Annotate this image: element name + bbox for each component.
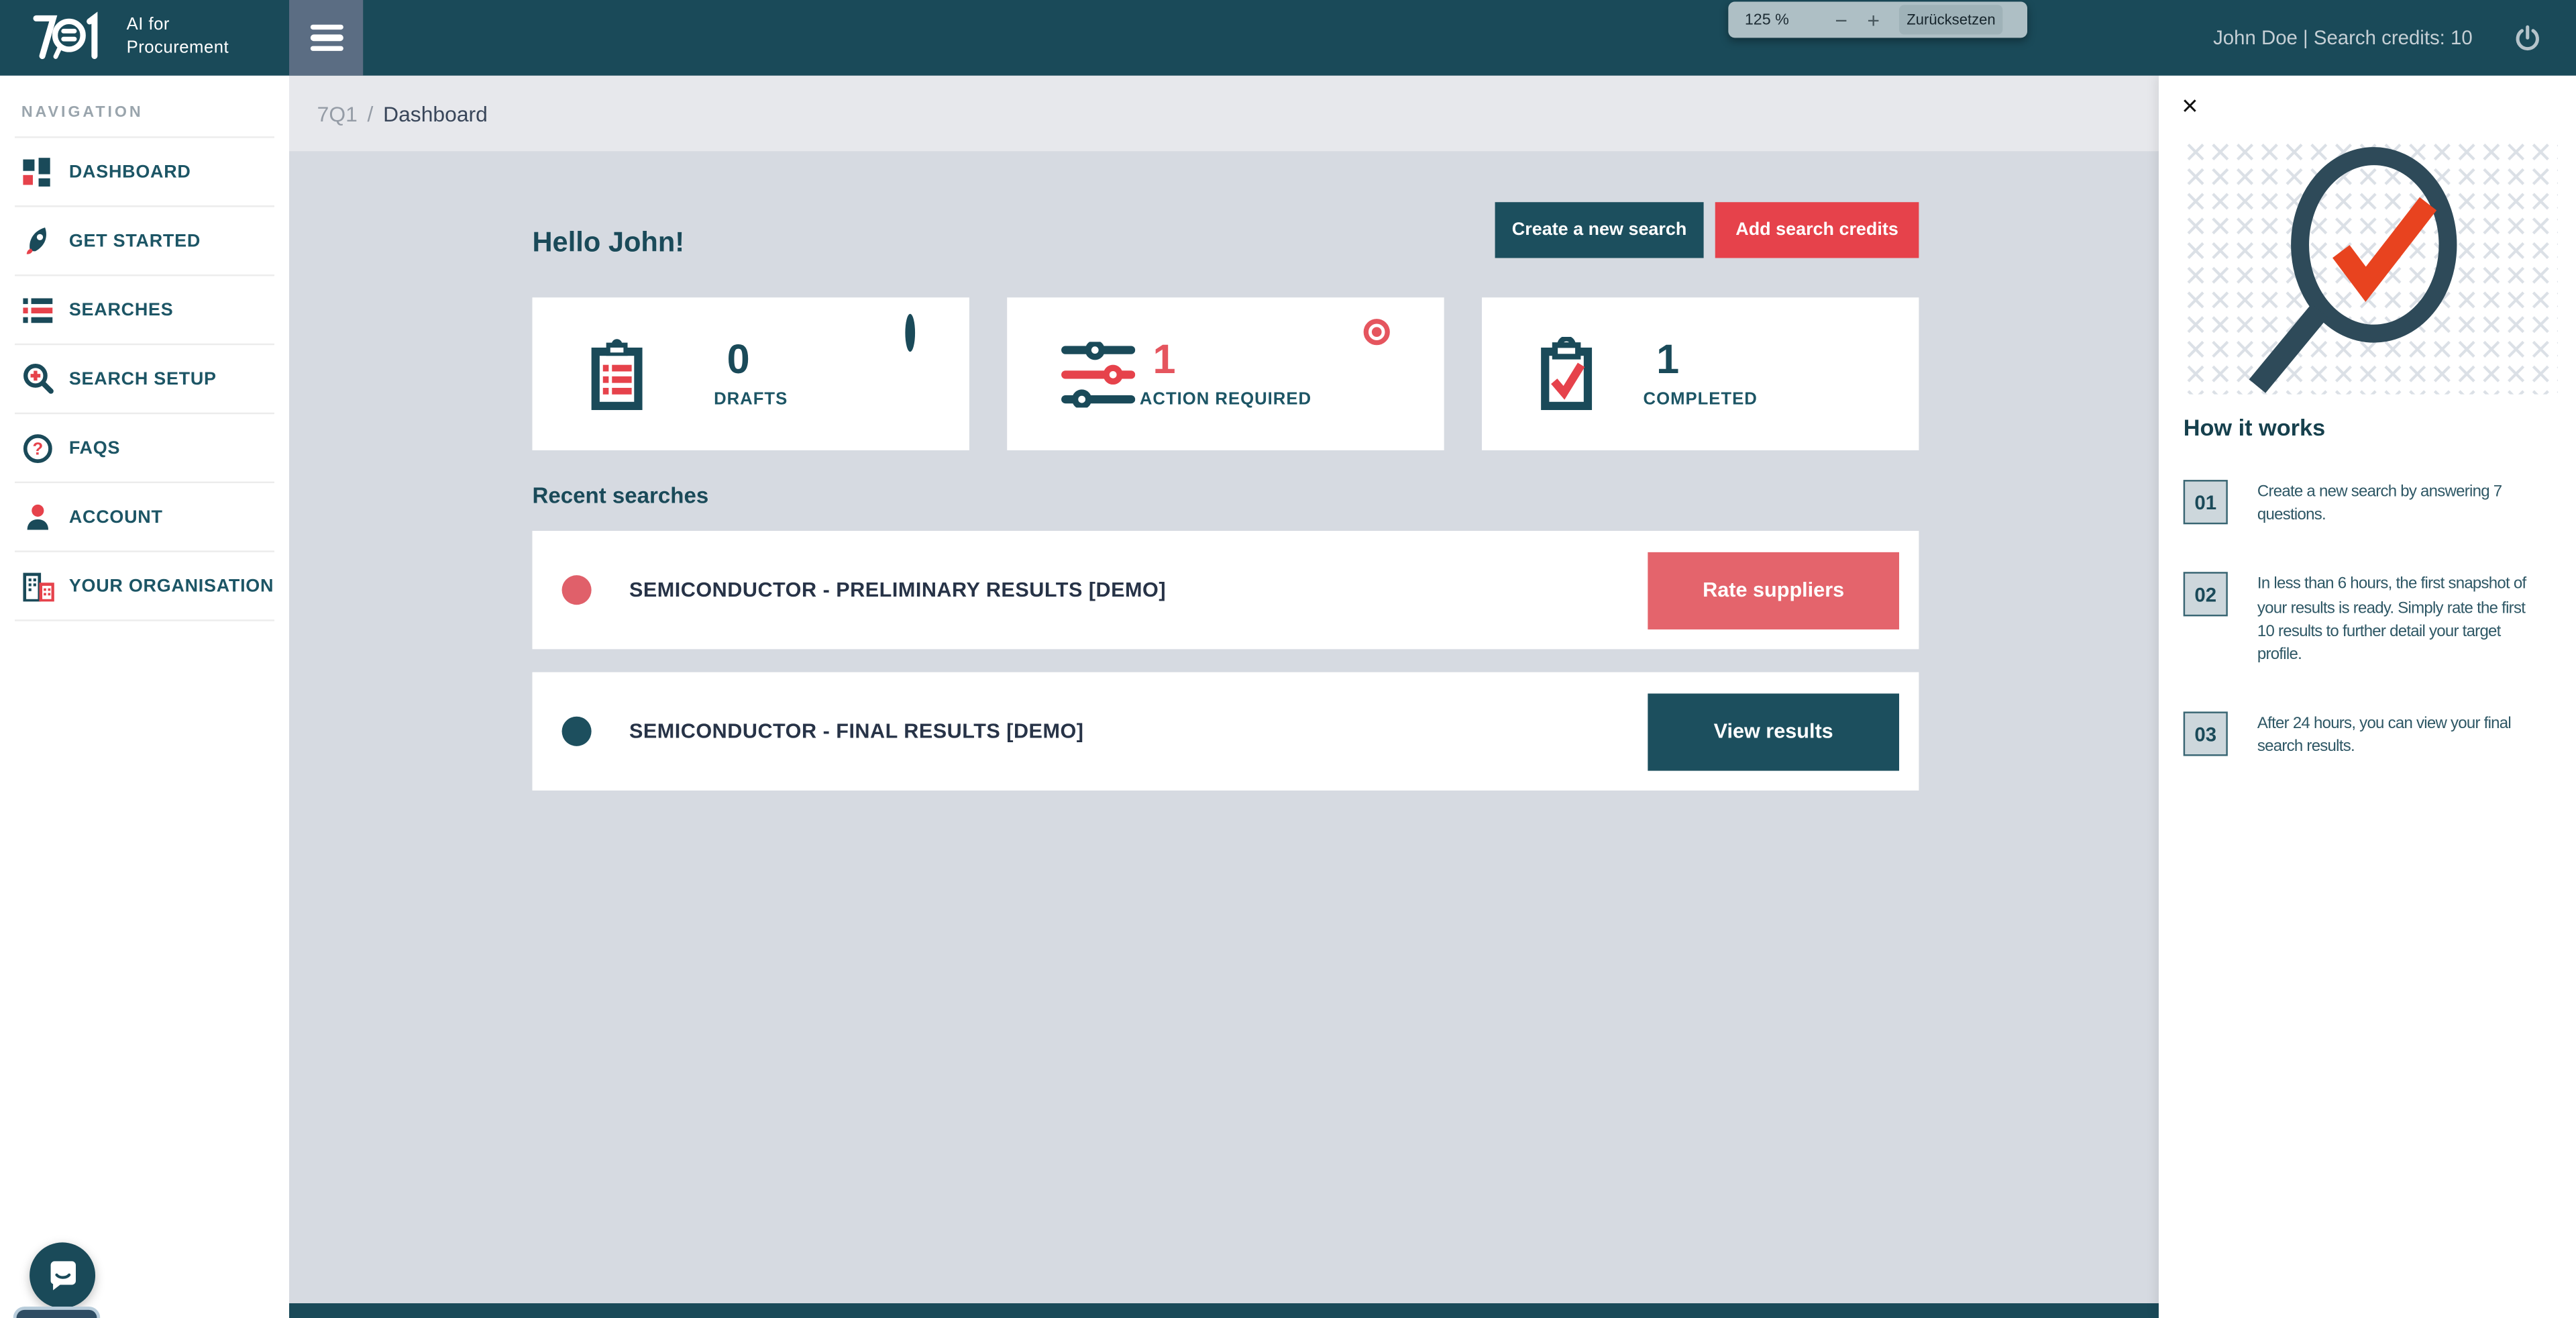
chat-widget-peek[interactable]	[13, 1307, 101, 1318]
sidebar-item-your-organisation[interactable]: YOUR ORGANISATION	[0, 552, 289, 619]
search-row-final: SEMICONDUCTOR - FINAL RESULTS [DEMO] Vie…	[532, 672, 1919, 791]
content-header: Hello John! Create a new search Add sear…	[532, 201, 1919, 260]
status-dot-completed	[562, 717, 592, 746]
add-credits-button[interactable]: Add search credits	[1715, 202, 1919, 258]
stat-label: DRAFTS	[714, 390, 788, 409]
help-step-1: 01 Create a new search by answering 7 qu…	[2184, 480, 2563, 528]
hamburger-icon	[310, 24, 343, 30]
magnifier-plus-icon	[21, 363, 54, 395]
zoom-out-button[interactable]: −	[1835, 7, 1847, 32]
rocket-icon	[21, 225, 54, 257]
sliders-icon	[1061, 341, 1135, 407]
stat-label: COMPLETED	[1644, 390, 1758, 409]
magnifier-check-icon	[2184, 140, 2558, 395]
browser-zoom-popup: 125 % − + Zurücksetzen	[1728, 1, 2027, 38]
clipboard-check-icon	[1536, 336, 1597, 412]
step-text: Create a new search by answering 7 quest…	[2257, 480, 2502, 528]
chat-bubble-icon	[45, 1258, 79, 1292]
logout-button[interactable]	[2515, 25, 2540, 51]
main-area: 7Q1 / Dashboard Hello John! Create a new…	[289, 76, 2159, 1318]
sidebar-toggle-button[interactable]	[289, 0, 363, 76]
buildings-icon	[21, 571, 54, 601]
step-text: After 24 hours, you can view your final …	[2257, 712, 2511, 760]
sidebar-item-searches[interactable]: SEARCHES	[0, 276, 289, 343]
zoom-reset-button[interactable]: Zurücksetzen	[1899, 5, 2002, 34]
user-credits-info: John Doe | Search credits: 10	[2213, 26, 2473, 49]
stat-value: 1	[1152, 338, 1175, 383]
sidebar-item-search-setup[interactable]: SEARCH SETUP	[0, 345, 289, 412]
step-number: 01	[2184, 480, 2228, 524]
app-root: AI for Procurement 125 % − + Zurücksetze…	[0, 0, 2576, 1318]
stat-card-drafts[interactable]: 0 DRAFTS	[532, 297, 969, 450]
view-results-button[interactable]: View results	[1648, 693, 1899, 770]
breadcrumb-current: Dashboard	[383, 101, 488, 126]
target-icon	[1364, 319, 1390, 345]
nav-section-label: NAVIGATION	[21, 103, 289, 121]
sidebar: NAVIGATION DASHBOARD	[0, 76, 289, 1318]
breadcrumb: 7Q1 / Dashboard	[289, 76, 2159, 152]
stat-label: ACTION REQUIRED	[1140, 390, 1311, 409]
person-icon	[21, 502, 54, 531]
hollow-circle-icon	[905, 319, 915, 348]
stat-value: 0	[727, 338, 750, 383]
chat-launcher-button[interactable]	[30, 1242, 95, 1308]
step-number: 02	[2184, 572, 2228, 617]
divider	[15, 619, 274, 621]
step-number: 03	[2184, 712, 2228, 756]
brand-logo[interactable]: AI for Procurement	[0, 0, 289, 76]
stat-value: 1	[1656, 338, 1679, 383]
body-row: NAVIGATION DASHBOARD	[0, 76, 2576, 1318]
power-icon	[2515, 25, 2540, 51]
help-heading: How it works	[2184, 414, 2325, 440]
dashboard-content: Hello John! Create a new search Add sear…	[289, 151, 2159, 791]
status-dot-action-required	[562, 575, 592, 605]
stat-card-completed[interactable]: 1 COMPLETED	[1482, 297, 1919, 450]
stat-card-action-required[interactable]: 1 ACTION REQUIRED	[1007, 297, 1444, 450]
stat-value-block: 1 ACTION REQUIRED	[1140, 338, 1311, 410]
sidebar-item-dashboard[interactable]: DASHBOARD	[0, 138, 289, 205]
help-step-2: 02 In less than 6 hours, the first snaps…	[2184, 572, 2563, 668]
breadcrumb-root-link[interactable]: 7Q1	[317, 101, 358, 126]
sidebar-item-account[interactable]: ACCOUNT	[0, 483, 289, 550]
question-circle-icon: ?	[21, 433, 54, 462]
top-bar: AI for Procurement 125 % − + Zurücksetze…	[0, 0, 2576, 76]
header-actions: Create a new search Add search credits	[1495, 202, 1919, 258]
footer-strip	[289, 1303, 2159, 1318]
recent-searches-heading: Recent searches	[532, 483, 1919, 508]
help-steps: 01 Create a new search by answering 7 qu…	[2184, 480, 2563, 805]
svg-text:?: ?	[32, 439, 43, 458]
brand-tagline: AI for Procurement	[127, 15, 229, 60]
stats-row: 0 DRAFTS	[532, 297, 1919, 450]
clipboard-list-icon	[586, 336, 647, 412]
help-step-3: 03 After 24 hours, you can view your fin…	[2184, 712, 2563, 760]
logo-7q1-icon	[23, 10, 115, 66]
step-text: In less than 6 hours, the first snapshot…	[2257, 572, 2526, 668]
rate-suppliers-button[interactable]: Rate suppliers	[1648, 552, 1899, 629]
viewport-scaler: AI for Procurement 125 % − + Zurücksetze…	[0, 0, 2576, 1318]
sidebar-item-faqs[interactable]: ? FAQS	[0, 414, 289, 481]
zoom-level-value: 125 %	[1745, 11, 1789, 29]
breadcrumb-separator: /	[368, 101, 374, 126]
dashboard-grid-icon	[21, 157, 54, 187]
list-icon	[21, 297, 54, 323]
search-title: SEMICONDUCTOR - FINAL RESULTS [DEMO]	[629, 720, 1083, 743]
how-it-works-panel: × How it works	[2159, 76, 2576, 1318]
page-title: Hello John!	[532, 227, 684, 260]
zoom-in-button[interactable]: +	[1867, 7, 1880, 32]
stat-value-block: 0 DRAFTS	[714, 338, 788, 410]
search-row-preliminary: SEMICONDUCTOR - PRELIMINARY RESULTS [DEM…	[532, 531, 1919, 649]
create-search-button[interactable]: Create a new search	[1495, 202, 1704, 258]
close-icon[interactable]: ×	[2182, 92, 2198, 120]
magnifier-illustration	[2184, 140, 2558, 395]
stat-value-block: 1 COMPLETED	[1644, 338, 1758, 410]
sidebar-item-get-started[interactable]: GET STARTED	[0, 207, 289, 274]
search-title: SEMICONDUCTOR - PRELIMINARY RESULTS [DEM…	[629, 578, 1166, 601]
